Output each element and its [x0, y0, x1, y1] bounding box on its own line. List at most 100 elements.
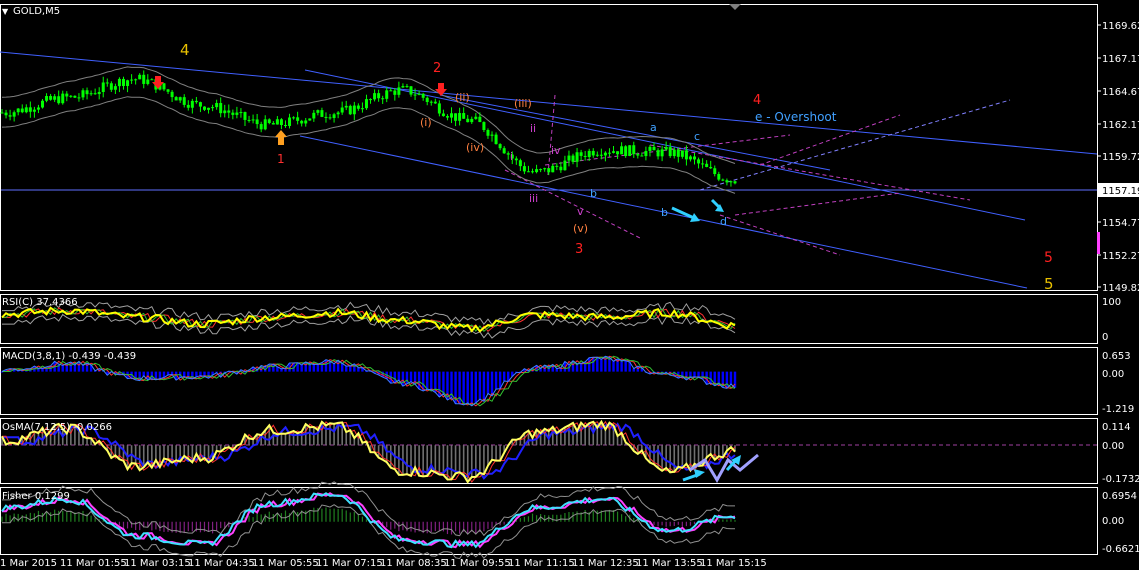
candle-body — [381, 98, 385, 100]
fisher-bar — [349, 512, 351, 522]
osma-bar — [689, 445, 692, 471]
candle-body — [283, 125, 287, 127]
candle-body — [356, 105, 360, 109]
fisher-bar — [596, 510, 598, 522]
fisher-bar — [207, 521, 210, 532]
fisher-bar — [442, 521, 445, 532]
fisher-bar — [722, 519, 724, 522]
candle-body — [16, 108, 20, 113]
candle-body — [389, 90, 393, 92]
macd-bar — [709, 371, 712, 383]
candle-body — [207, 107, 211, 110]
upper-trendline — [0, 51, 1098, 155]
time-tick: 11 Mar 01:55 — [60, 558, 127, 569]
price-tick: 1152.27 — [1102, 251, 1139, 262]
fisher-bar — [693, 521, 696, 525]
fisher-bar — [450, 521, 453, 535]
fisher-tick: -0.6621 — [1102, 544, 1139, 555]
candle-body — [308, 118, 312, 121]
fisher-bar — [523, 516, 526, 522]
osma-bar — [280, 433, 283, 446]
fisher-lines — [1, 481, 736, 560]
menu-icon[interactable]: ▼ — [2, 7, 9, 16]
fisher-bar — [467, 521, 469, 534]
candle-body — [259, 124, 263, 130]
candle-body — [652, 146, 656, 151]
fisher-bar — [341, 508, 343, 522]
scroll-marker-icon[interactable] — [729, 4, 741, 10]
macd-bar — [300, 364, 303, 372]
fisher-bar — [572, 512, 574, 522]
wave-labels: 4 2 1 (i) (ii) (iii) (iv) (v) 3 i ii iii… — [180, 41, 1054, 293]
fisher-bar — [454, 521, 457, 532]
rsi-tick: 100 — [1102, 297, 1121, 308]
candle-body — [551, 165, 555, 173]
candle-body — [304, 120, 308, 124]
macd-bar — [729, 371, 733, 385]
fisher-bar — [126, 521, 129, 529]
macd-bar — [693, 371, 696, 377]
candle-body — [263, 119, 267, 130]
down-arrow-icon — [435, 83, 447, 96]
osma-bar — [705, 445, 708, 458]
candle-body — [466, 118, 470, 123]
fisher-bar — [552, 514, 554, 522]
fisher-bar — [321, 508, 323, 522]
candle-body — [57, 96, 61, 104]
candle-body — [668, 147, 672, 157]
macd-bar — [426, 371, 429, 390]
indicator-value: -0.0266 — [73, 422, 112, 433]
candle-body — [664, 147, 668, 150]
candle-body — [300, 120, 304, 124]
rsi-panel: RSI(C) 37.4366 100 0 — [1, 297, 1121, 343]
candle-body — [81, 90, 85, 98]
candle-body — [182, 97, 186, 105]
cyan-arrows — [671, 198, 724, 222]
fisher-bar — [718, 519, 720, 522]
wave-label: b — [661, 206, 668, 219]
candle-body — [364, 99, 368, 109]
candle-body — [450, 113, 454, 118]
candle-body — [502, 148, 506, 154]
fisher-bar — [268, 511, 270, 522]
osma-bar — [649, 445, 651, 463]
osma-bar — [462, 445, 465, 476]
fisher-bar — [604, 510, 607, 522]
candle-body — [563, 160, 567, 171]
candle-body — [336, 112, 340, 115]
fisher-bar — [260, 514, 262, 522]
candle-body — [697, 159, 701, 164]
osma-bar — [450, 445, 453, 480]
candle-body — [478, 116, 482, 123]
fisher-bar — [426, 521, 428, 534]
candle-body — [40, 100, 44, 108]
projection-v — [547, 94, 556, 176]
candle-body — [275, 119, 279, 125]
candle-body — [85, 90, 89, 95]
candle-body — [61, 93, 65, 104]
candle-body — [575, 152, 579, 162]
fisher-bar — [78, 513, 80, 522]
fisher-bar — [199, 521, 202, 533]
candle-body — [474, 116, 478, 119]
osma-bar — [183, 445, 186, 456]
wave-label: 4 — [180, 41, 190, 59]
macd-bar — [81, 365, 85, 372]
fisher-bar — [677, 521, 679, 525]
fisher-bar — [673, 521, 675, 526]
wave-label: (ii) — [455, 91, 470, 104]
fisher-panel: Fisher 0.1299 0.6954 0.00 -0.6621 — [1, 481, 1139, 560]
candle-body — [352, 105, 356, 115]
wave-label: ii — [530, 122, 536, 135]
chart-canvas: ▼ GOLD,M5 4 2 1 (i) (ii) (iii) (iv) (v) … — [0, 4, 1139, 569]
fisher-bar — [394, 521, 396, 529]
candle-body — [612, 151, 616, 153]
fisher-bar — [406, 521, 408, 532]
candle-body — [324, 116, 328, 118]
candle-body — [373, 93, 377, 100]
fisher-bar — [276, 514, 278, 522]
fisher-bar — [361, 516, 364, 522]
candle-body — [587, 150, 591, 158]
main-panel-frame — [0, 4, 1098, 291]
osma-bar — [134, 445, 137, 464]
